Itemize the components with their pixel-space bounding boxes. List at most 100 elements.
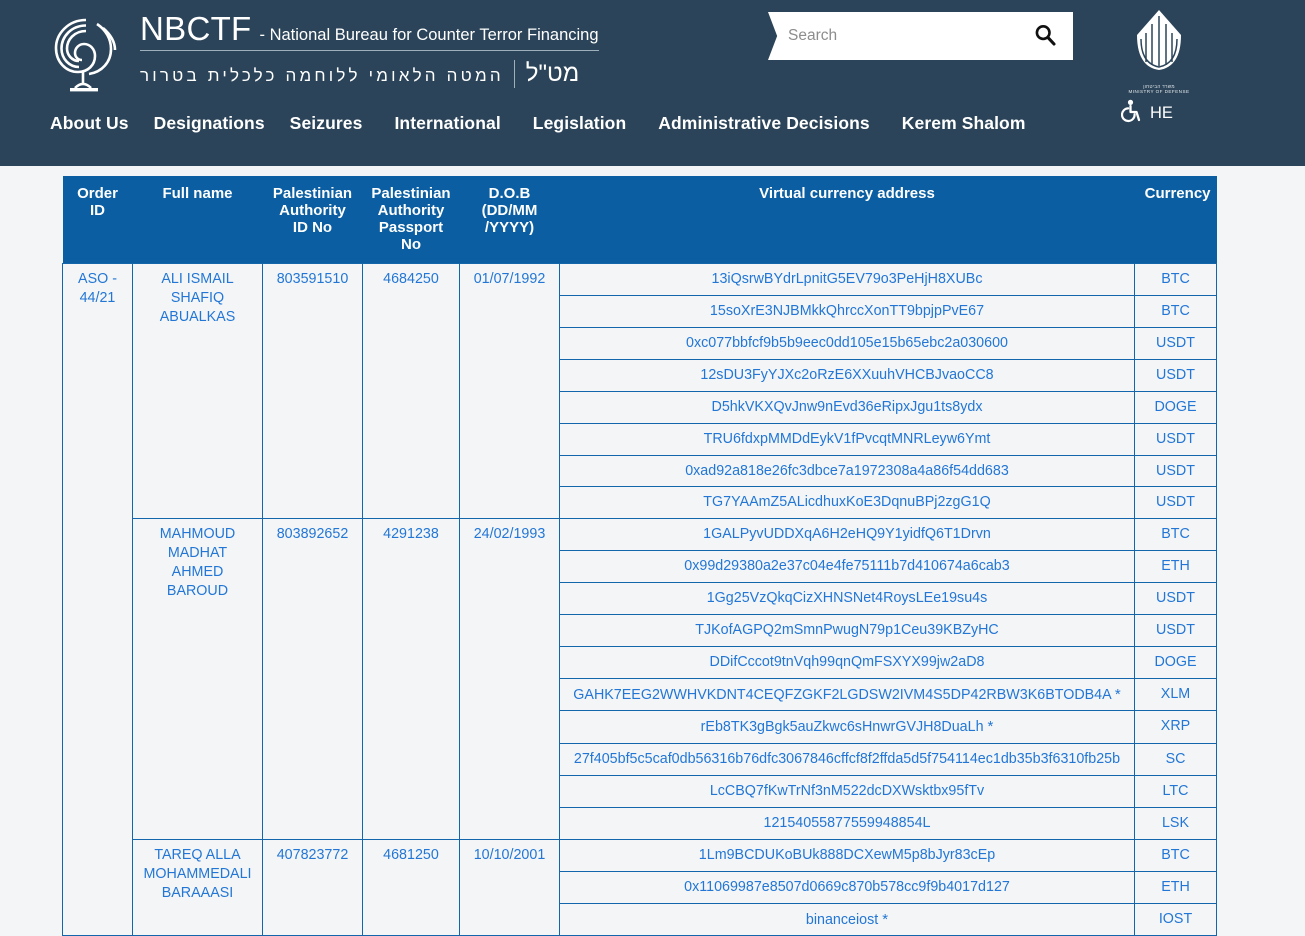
cell-order-id: ASO - 44/21 <box>63 264 133 936</box>
cell-currency: USDT <box>1135 423 1217 455</box>
nav-item-designations[interactable]: Designations <box>154 113 265 134</box>
brand-hebrew-full-name: המטה הלאומי ללוחמה כלכלית בטרור <box>140 66 514 86</box>
cell-virtual-currency-address: binanceiost * <box>560 903 1135 936</box>
cell-full-name: TAREQ ALLAMOHAMMEDALIBARAAASI <box>133 839 263 936</box>
cell-virtual-currency-address: TJKofAGPQ2mSmnPwugN79p1Ceu39KBZyHC <box>560 614 1135 646</box>
pa-id-line-1: Palestinian <box>273 185 352 202</box>
address-text: 1Gg25VzQkqCizXHNSNet4RoysLEe19su4s <box>707 590 988 606</box>
order-id-text-1: ASO - <box>78 271 117 287</box>
cell-dob: 01/07/1992 <box>460 264 560 519</box>
full-name-line-2: MADHAT <box>168 545 227 561</box>
cell-currency: DOGE <box>1135 391 1217 423</box>
brand-block[interactable]: NBCTF - National Bureau for Counter Terr… <box>48 8 599 96</box>
full-name-line-4: BAROUD <box>167 583 228 599</box>
designations-table-container: Order ID Full name Palestinian Authority… <box>62 176 1216 936</box>
address-text: 0xad92a818e26fc3dbce7a1972308a4a86f54dd6… <box>685 463 1009 479</box>
table-header-row: Order ID Full name Palestinian Authority… <box>63 176 1217 264</box>
ministry-of-defense-logo[interactable]: משרד הביטחון MINISTRY OF DEFENSE <box>1123 8 1195 94</box>
site-header: NBCTF - National Bureau for Counter Terr… <box>0 0 1305 166</box>
cell-currency: USDT <box>1135 359 1217 391</box>
cell-pa-passport-no: 4684250 <box>363 264 460 519</box>
order-id-text-2: 44/21 <box>80 290 116 306</box>
cell-virtual-currency-address: 0x11069987e8507d0669c870b578cc9f9b4017d1… <box>560 871 1135 903</box>
nav-item-seizures[interactable]: Seizures <box>290 113 363 134</box>
nav-item-about-us[interactable]: About Us <box>50 113 129 134</box>
column-header-pa-passport-no: Palestinian Authority Passport No <box>363 176 460 264</box>
search-button[interactable] <box>1031 23 1059 50</box>
search-box[interactable] <box>768 12 1073 60</box>
brand-acronym: NBCTF <box>140 10 252 48</box>
address-text: GAHK7EEG2WWHVKDNT4CEQFZGKF2LGDSW2IVM4S5D… <box>573 687 1111 703</box>
cell-virtual-currency-address: 15soXrE3NJBMkkQhrccXonTT9bpjpPvE67 <box>560 296 1135 328</box>
ministry-logo-caption-en: MINISTRY OF DEFENSE <box>1123 89 1195 94</box>
cell-currency: BTC <box>1135 839 1217 871</box>
address-text: 12sDU3FyYJXc2oRzE6XXuuhVHCBJvaoCC8 <box>700 367 993 383</box>
cell-currency: DOGE <box>1135 646 1217 678</box>
cell-virtual-currency-address: 12sDU3FyYJXc2oRzE6XXuuhVHCBJvaoCC8 <box>560 359 1135 391</box>
address-text: LcCBQ7fKwTrNf3nM522dcDXWsktbx95fTv <box>710 783 984 799</box>
cell-virtual-currency-address: 0xad92a818e26fc3dbce7a1972308a4a86f54dd6… <box>560 455 1135 487</box>
wheelchair-accessibility-icon[interactable] <box>1121 99 1143 128</box>
order-id-line-1: Order <box>77 185 118 202</box>
full-name-line-3: ABUALKAS <box>160 309 236 325</box>
address-text: 0xc077bbfcf9b5b9eec0dd105e15b65ebc2a0306… <box>686 335 1008 351</box>
nav-item-kerem-shalom[interactable]: Kerem Shalom <box>902 113 1026 134</box>
accessibility-and-language[interactable]: HE <box>1121 99 1173 128</box>
table-row: MAHMOUDMADHATAHMEDBAROUD8038926524291238… <box>63 519 1217 551</box>
cell-pa-passport-no: 4291238 <box>363 519 460 840</box>
nav-item-administrative-decisions[interactable]: Administrative Decisions <box>658 113 870 134</box>
brand-hebrew-acronym: מט"ל <box>514 60 579 88</box>
cell-currency: ETH <box>1135 551 1217 583</box>
full-name-line-1: ALI ISMAIL <box>161 271 233 287</box>
cell-virtual-currency-address: 1Gg25VzQkqCizXHNSNet4RoysLEe19su4s <box>560 582 1135 614</box>
full-name-line-1: TAREQ ALLA <box>154 847 240 863</box>
dob-line-2: (DD/MM <box>482 202 538 219</box>
column-header-dob: D.O.B (DD/MM /YYYY) <box>460 176 560 264</box>
address-text: DDifCccot9tnVqh99qnQmFSXYX99jw2aD8 <box>710 654 985 670</box>
address-text: 27f405bf5c5caf0db56316b76dfc3067846cffcf… <box>574 751 1120 767</box>
cell-currency: BTC <box>1135 519 1217 551</box>
cell-currency: USDT <box>1135 455 1217 487</box>
designations-table: Order ID Full name Palestinian Authority… <box>62 176 1217 936</box>
cell-virtual-currency-address: rEb8TK3gBgk5auZkwc6sHnwrGVJH8DuaLh * <box>560 711 1135 744</box>
search-icon <box>1033 23 1057 50</box>
cell-virtual-currency-address: 1Lm9BCDUKoBUk888DCXewM5p8bJyr83cEp <box>560 839 1135 871</box>
cell-currency: XRP <box>1135 711 1217 744</box>
cell-currency: BTC <box>1135 296 1217 328</box>
asterisk-marker: * <box>1115 686 1121 703</box>
table-row: ASO -44/21ALI ISMAILSHAFIQABUALKAS803591… <box>63 264 1217 296</box>
language-switch-he[interactable]: HE <box>1150 104 1173 123</box>
table-head: Order ID Full name Palestinian Authority… <box>63 176 1217 264</box>
main-navigation[interactable]: About Us Designations Seizures Internati… <box>50 113 1026 134</box>
full-name-line-2: SHAFIQ <box>171 290 224 306</box>
cell-virtual-currency-address: TRU6fdxpMMDdEykV1fPvcqtMNRLeyw6Ymt <box>560 423 1135 455</box>
asterisk-marker: * <box>882 911 888 928</box>
address-text: 1GALPyvUDDXqA6H2eHQ9Y1yidfQ6T1Drvn <box>703 526 991 542</box>
cell-full-name: MAHMOUDMADHATAHMEDBAROUD <box>133 519 263 840</box>
dob-line-3: /YYYY) <box>485 219 534 236</box>
nav-item-legislation[interactable]: Legislation <box>533 113 626 134</box>
address-text: rEb8TK3gBgk5auZkwc6sHnwrGVJH8DuaLh <box>701 719 984 735</box>
cell-virtual-currency-address: D5hkVKXQvJnw9nEvd36eRipxJgu1ts8ydx <box>560 391 1135 423</box>
address-text: 12154055877559948854L <box>764 815 931 831</box>
cell-virtual-currency-address: 1GALPyvUDDXqA6H2eHQ9Y1yidfQ6T1Drvn <box>560 519 1135 551</box>
cell-currency: LTC <box>1135 776 1217 808</box>
pa-pass-line-2: Authority <box>378 202 445 219</box>
search-input[interactable] <box>786 26 1031 46</box>
order-id-line-2: ID <box>90 202 105 219</box>
address-text: binanceiost <box>806 912 878 928</box>
cell-currency: ETH <box>1135 871 1217 903</box>
address-text: TJKofAGPQ2mSmnPwugN79p1Ceu39KBZyHC <box>695 622 999 638</box>
dob-line-1: D.O.B <box>489 185 531 202</box>
cell-virtual-currency-address: 27f405bf5c5caf0db56316b76dfc3067846cffcf… <box>560 744 1135 776</box>
nbctf-fingerprint-globe-logo-icon <box>48 14 126 96</box>
address-text: D5hkVKXQvJnw9nEvd36eRipxJgu1ts8ydx <box>712 399 983 415</box>
column-header-virtual-currency-address: Virtual currency address <box>560 176 1135 264</box>
cell-pa-passport-no: 4681250 <box>363 839 460 936</box>
column-header-order-id: Order ID <box>63 176 133 264</box>
pa-pass-line-4: No <box>401 236 421 253</box>
address-text: TG7YAAmZ5ALicdhuxKoE3DqnuBPj2zgG1Q <box>703 494 990 510</box>
cell-virtual-currency-address: TG7YAAmZ5ALicdhuxKoE3DqnuBPj2zgG1Q <box>560 487 1135 519</box>
nav-item-international[interactable]: International <box>394 113 500 134</box>
address-text: 13iQsrwBYdrLpnitG5EV79o3PeHjH8XUBc <box>712 271 983 287</box>
